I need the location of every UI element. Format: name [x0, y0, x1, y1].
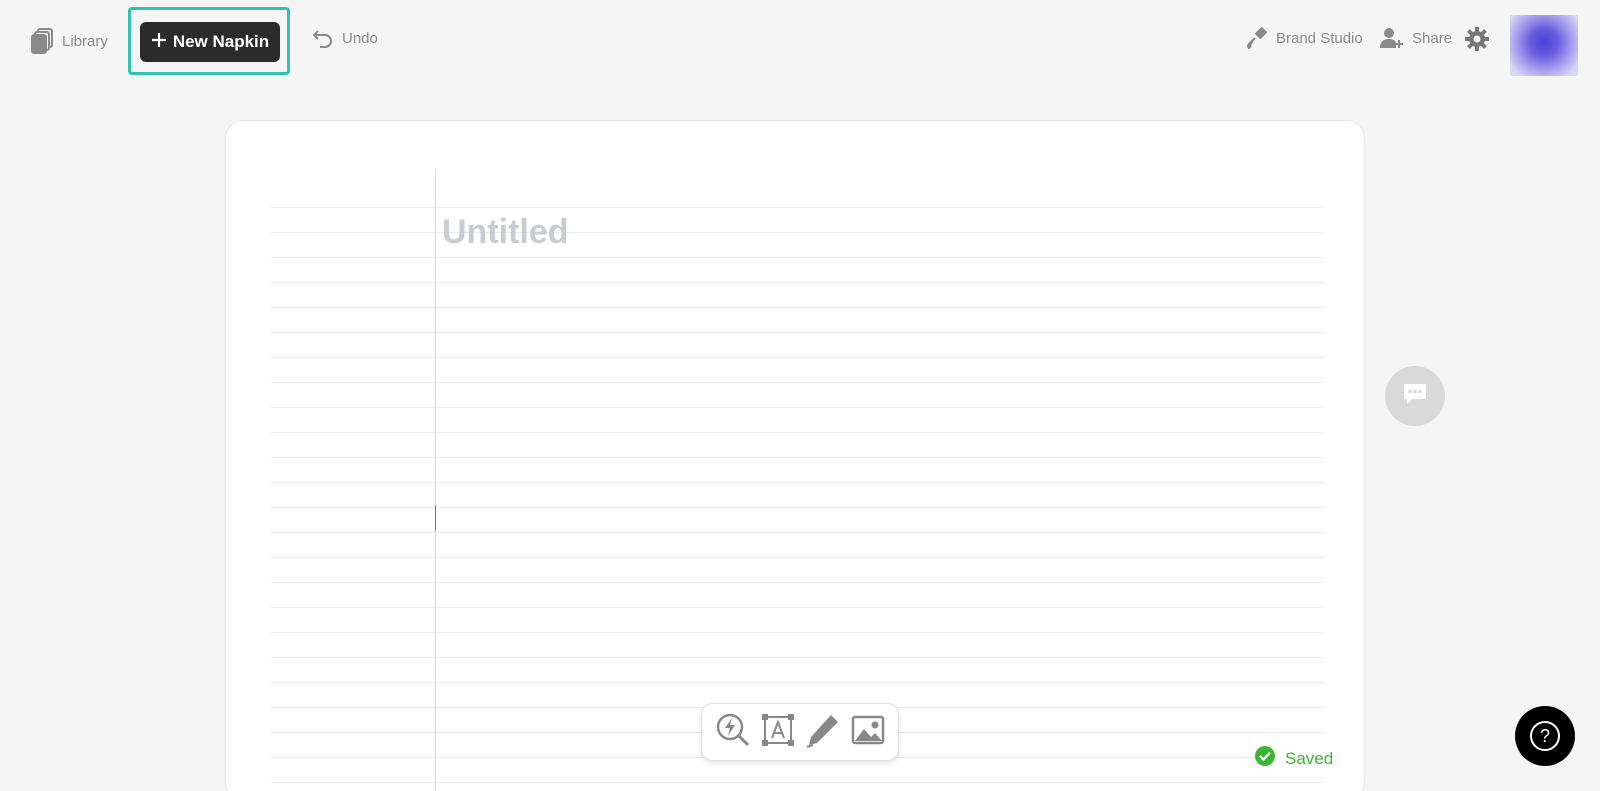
undo-button[interactable]: Undo [312, 27, 378, 49]
document-title[interactable]: Untitled [442, 213, 569, 252]
new-napkin-button[interactable]: New Napkin [140, 22, 280, 62]
comment-button[interactable] [1385, 366, 1445, 426]
undo-label: Undo [342, 29, 378, 47]
library-button[interactable]: Library [30, 27, 108, 55]
spark-search-icon[interactable] [715, 712, 751, 753]
save-status: Saved [1254, 745, 1333, 772]
library-icon [30, 27, 54, 55]
new-napkin-highlight: New Napkin [128, 7, 290, 75]
chat-bubble-icon [1402, 382, 1428, 411]
brand-studio-button[interactable]: Brand Studio [1246, 27, 1363, 49]
share-label: Share [1412, 29, 1453, 47]
text-box-icon[interactable] [761, 713, 795, 752]
insert-toolbar [701, 703, 899, 761]
avatar[interactable] [1510, 15, 1578, 76]
library-label: Library [62, 32, 108, 50]
help-button[interactable]: ? [1515, 706, 1575, 766]
brand-studio-label: Brand Studio [1276, 29, 1363, 47]
text-cursor [435, 505, 436, 531]
saved-label: Saved [1285, 748, 1334, 768]
top-bar: Library New Napkin Undo Brand Studio Sha… [0, 0, 1600, 82]
undo-icon [312, 27, 334, 49]
image-icon[interactable] [851, 713, 885, 752]
paint-brush-icon [1246, 27, 1268, 49]
question-mark-icon: ? [1530, 721, 1560, 751]
add-person-icon [1380, 27, 1404, 49]
share-button[interactable]: Share [1380, 27, 1452, 49]
gear-icon[interactable] [1464, 26, 1490, 57]
napkin-canvas[interactable]: Untitled [225, 120, 1365, 791]
margin-line [435, 169, 436, 791]
ruled-lines [271, 183, 1324, 791]
pencil-icon[interactable] [805, 712, 841, 753]
check-circle-icon [1254, 745, 1276, 772]
new-napkin-label: New Napkin [172, 32, 270, 51]
plus-icon [151, 32, 167, 53]
